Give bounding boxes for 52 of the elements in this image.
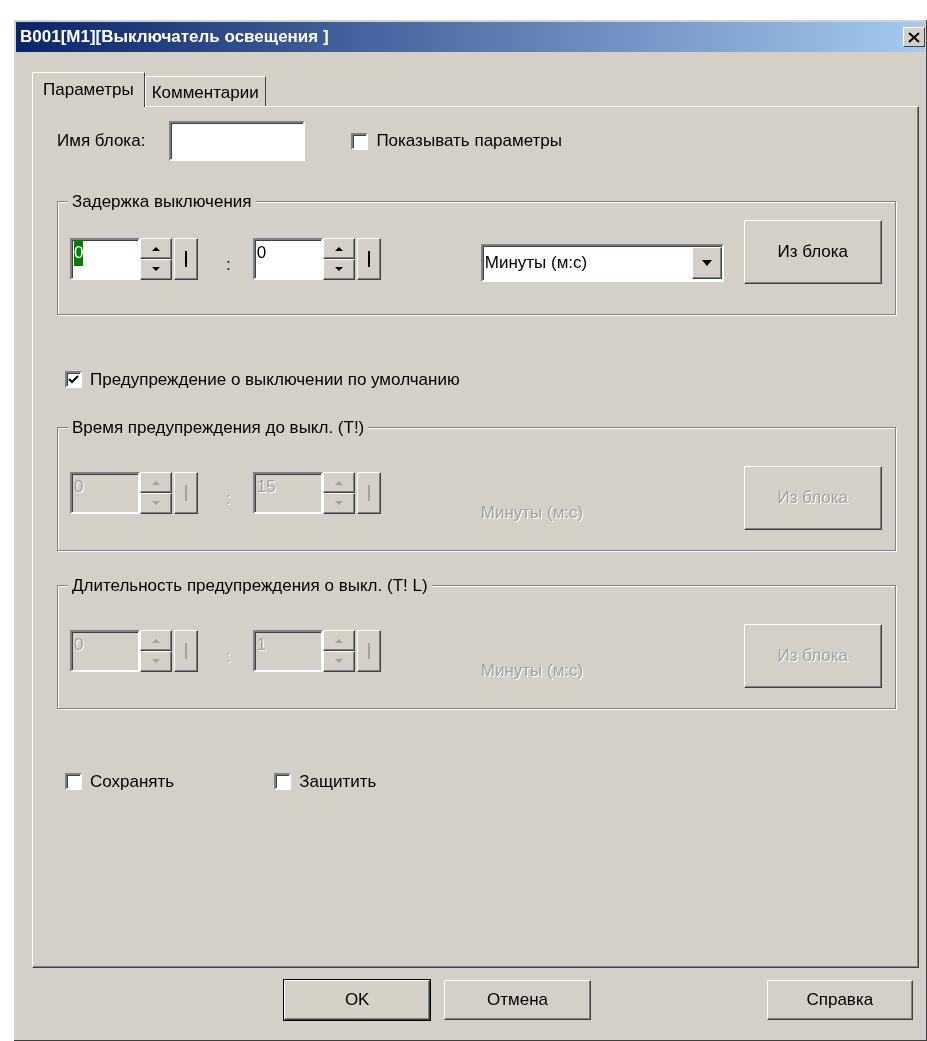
block-name-field[interactable] bbox=[169, 121, 306, 161]
checkbox-label: Сохранять bbox=[90, 770, 175, 793]
bar-icon bbox=[367, 642, 370, 659]
field-label: Имя блока: bbox=[57, 130, 146, 153]
window-title: B001[M1][Выключатель освещения ] bbox=[20, 26, 329, 49]
parameter-button[interactable] bbox=[174, 238, 198, 280]
checkbox-label: Показывать параметры bbox=[376, 130, 563, 153]
separator: : bbox=[226, 487, 231, 510]
checkbox-label: Защитить bbox=[299, 770, 377, 793]
checkbox[interactable] bbox=[65, 772, 82, 790]
up-arrow-icon bbox=[152, 637, 160, 643]
field-value: 0 bbox=[256, 242, 267, 264]
down-arrow-icon bbox=[152, 658, 160, 664]
checkbox[interactable] bbox=[274, 772, 292, 790]
number-field[interactable]: 0 bbox=[252, 238, 323, 280]
check-icon bbox=[68, 374, 79, 386]
unit-dropdown[interactable]: Минуты (м:с) bbox=[480, 244, 724, 282]
dialog-button[interactable]: Справка bbox=[766, 980, 913, 1020]
checkbox[interactable] bbox=[65, 371, 82, 389]
up-arrow-icon bbox=[152, 246, 160, 251]
field-value: 0 bbox=[74, 240, 84, 266]
spin-down-button[interactable] bbox=[322, 259, 355, 280]
down-arrow-icon bbox=[334, 500, 343, 506]
dropdown-button[interactable] bbox=[691, 247, 722, 279]
caret-icon bbox=[701, 260, 712, 266]
bar-icon bbox=[367, 484, 370, 501]
spin-up-button[interactable] bbox=[322, 238, 355, 259]
checkbox-label: Предупреждение о выключении по умолчанию bbox=[90, 369, 460, 391]
tab[interactable]: Комментарии bbox=[144, 76, 266, 106]
separator: : bbox=[226, 254, 231, 276]
bar-icon bbox=[367, 251, 370, 267]
close-button[interactable] bbox=[903, 27, 925, 47]
up-arrow-icon bbox=[152, 479, 160, 485]
down-arrow-icon bbox=[152, 267, 160, 272]
close-icon bbox=[908, 31, 920, 43]
tab[interactable]: Параметры bbox=[32, 72, 145, 107]
dialog-button[interactable]: OK bbox=[284, 980, 431, 1020]
up-arrow-icon bbox=[334, 246, 343, 251]
from-block-button[interactable]: Из блока bbox=[743, 220, 882, 284]
checkbox[interactable] bbox=[351, 132, 369, 150]
up-arrow-icon bbox=[334, 637, 343, 643]
spin-down-button[interactable] bbox=[140, 259, 172, 280]
number-field[interactable]: 0 bbox=[70, 238, 140, 280]
down-arrow-icon bbox=[334, 658, 343, 664]
dropdown-value: Минуты (м:с) bbox=[484, 252, 588, 275]
down-arrow-icon bbox=[334, 267, 343, 272]
spin-up-button[interactable] bbox=[140, 238, 172, 259]
down-arrow-icon bbox=[152, 500, 160, 506]
dialog-button[interactable]: Отмена bbox=[444, 980, 591, 1020]
parameter-button[interactable] bbox=[356, 238, 381, 280]
separator: : bbox=[226, 645, 231, 668]
up-arrow-icon bbox=[334, 479, 343, 485]
